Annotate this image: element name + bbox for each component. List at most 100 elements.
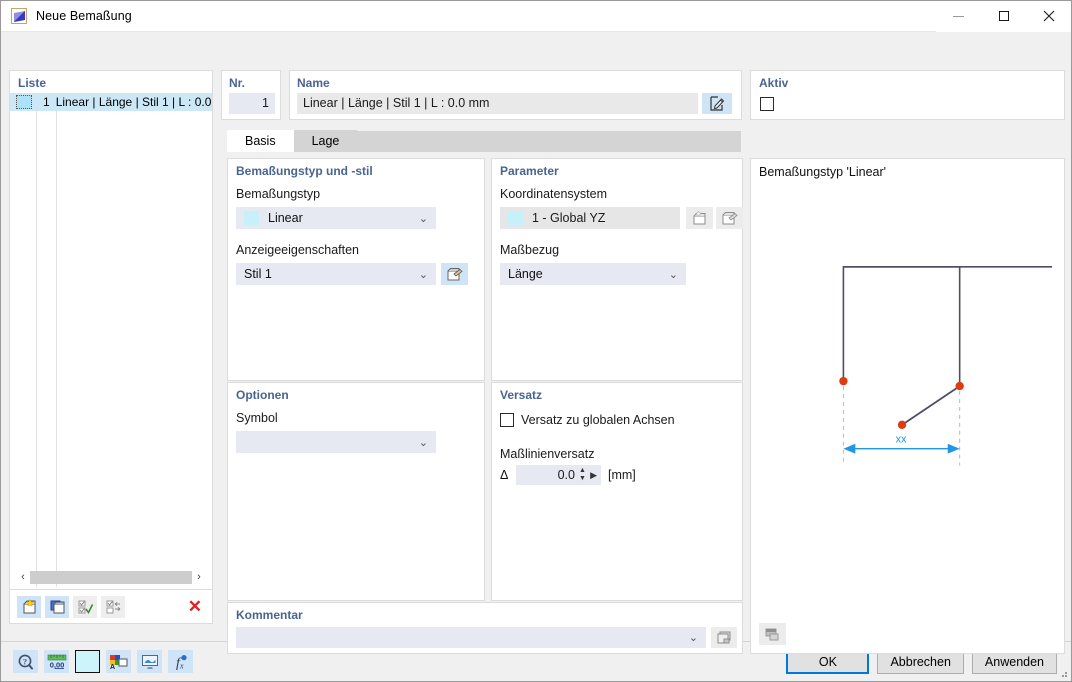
node-point [955,382,963,390]
invert-selection-icon[interactable] [101,596,125,618]
active-panel: Aktiv [750,70,1065,120]
minimize-icon[interactable] [936,1,981,32]
display-properties-select[interactable]: Stil 1 ⌄ [236,263,436,285]
options-group: Optionen Symbol ⌄ [227,382,485,601]
dialog-window: Neue Bemaßung Liste 1 Linear | Länge | S… [0,0,1072,682]
select-all-icon[interactable] [73,596,97,618]
edit-coordinate-system-icon[interactable] [716,207,743,229]
preview-panel: Bemaßungstyp 'Linear' xx [750,158,1065,654]
coordinate-system-color-swatch [508,211,523,225]
dimension-reference-label: Maßbezug [500,243,559,257]
edit-style-icon[interactable] [441,263,468,285]
function-icon[interactable]: f x [168,650,193,673]
number-label: Nr. [229,76,245,90]
name-input[interactable]: Linear | Länge | Stil 1 | L : 0.0 mm [297,93,698,114]
number-panel: Nr. 1 [221,70,281,120]
display-properties-value: Stil 1 [244,267,272,281]
copy-item-icon[interactable] [45,596,69,618]
comment-group: Kommentar ⌄ [227,602,743,654]
dimension-icon [11,8,27,24]
chevron-down-icon: ⌄ [669,263,678,285]
color-swatch-icon[interactable] [75,650,100,673]
dimension-line-offset-input[interactable]: 0.0 ▲▼ ▶ [516,465,601,485]
active-checkbox[interactable] [760,97,774,111]
svg-text:A: A [110,664,115,670]
list-column-divider-2 [56,111,57,587]
offset-group-title: Versatz [500,388,542,402]
dimension-reference-select[interactable]: Länge ⌄ [500,263,686,285]
stepper-expand-icon[interactable]: ▶ [590,470,597,481]
scroll-track[interactable] [30,571,192,584]
stepper-arrows-icon[interactable]: ▲▼ [578,468,587,482]
node-point [898,421,906,429]
help-icon[interactable]: ? [13,650,38,673]
delta-symbol: Δ [500,468,508,482]
dimension-type-value: Linear [268,211,303,225]
dimension-type-select[interactable]: Linear ⌄ [236,207,436,229]
number-input[interactable]: 1 [229,93,275,114]
preview-title: Bemaßungstyp 'Linear' [759,165,886,179]
close-icon[interactable] [1026,1,1071,32]
coordinate-system-value[interactable]: 1 - Global YZ [500,207,680,229]
svg-text:x: x [179,661,184,670]
node-point [839,377,847,385]
resize-grip[interactable] [1058,668,1068,678]
offset-unit-label: [mm] [608,468,636,482]
list-toolbar: ✕ [10,589,212,623]
scroll-right-icon[interactable]: › [192,569,206,585]
dimension-label: xx [896,434,907,446]
footer-icon-group: ? 0,00 A [13,650,193,673]
dimension-type-label: Bemaßungstyp [236,187,320,201]
preview-graphic: xx [751,181,1064,621]
dimension-type-group-title: Bemaßungstyp und -stil [236,164,373,178]
chevron-down-icon: ⌄ [419,431,428,453]
list-horizontal-scrollbar[interactable]: ‹ › [16,569,206,585]
offset-global-axes-label: Versatz zu globalen Achsen [521,413,675,427]
list-item-color-swatch [16,95,32,109]
list-column-divider-1 [36,111,37,587]
render-icon[interactable] [137,650,162,673]
chevron-down-icon: ⌄ [419,207,428,229]
new-item-icon[interactable] [17,596,41,618]
dimension-type-color-swatch [244,211,259,225]
offset-global-axes-checkbox[interactable] [500,413,514,427]
preview-settings-icon[interactable] [759,623,786,645]
name-panel: Name Linear | Länge | Stil 1 | L : 0.0 m… [289,70,742,120]
edit-name-icon[interactable] [702,93,732,114]
display-properties-label: Anzeigeeigenschaften [236,243,359,257]
symbol-select[interactable]: ⌄ [236,431,436,453]
comment-input[interactable]: ⌄ [236,627,706,648]
tab-lage[interactable]: Lage [294,130,358,152]
new-coordinate-system-icon[interactable] [686,207,713,229]
dimension-line-offset-value: 0.0 [558,468,575,482]
parameter-group: Parameter Koordinatensystem 1 - Global Y… [491,158,743,381]
units-icon[interactable]: 0,00 [44,650,69,673]
options-group-title: Optionen [236,388,289,402]
dimension-line-offset-label: Maßlinienversatz [500,447,594,461]
tab-basis[interactable]: Basis [227,130,294,152]
delete-icon[interactable]: ✕ [188,597,202,617]
chevron-down-icon: ⌄ [689,627,698,648]
name-label: Name [297,76,330,90]
svg-text:0,00: 0,00 [49,660,64,669]
display-properties-icon[interactable]: A [106,650,131,673]
coordinate-system-label: Koordinatensystem [500,187,607,201]
dimension-reference-value: Länge [508,267,543,281]
list-item-label: Linear | Länge | Stil 1 | L : 0.0 mm [56,95,212,109]
offset-group: Versatz Versatz zu globalen Achsen Maßli… [491,382,743,601]
list-item[interactable]: 1 Linear | Länge | Stil 1 | L : 0.0 mm [10,93,212,111]
list-item-number: 1 [34,95,50,109]
title-bar: Neue Bemaßung [1,1,1071,32]
symbol-label: Symbol [236,411,278,425]
scroll-left-icon[interactable]: ‹ [16,569,30,585]
dialog-body: Liste 1 Linear | Länge | Stil 1 | L : 0.… [1,32,1071,641]
active-label: Aktiv [759,76,788,90]
list-container[interactable]: 1 Linear | Länge | Stil 1 | L : 0.0 mm [10,93,212,587]
maximize-icon[interactable] [981,1,1026,32]
svg-text:?: ? [22,656,26,666]
tab-bar: Basis Lage [227,130,741,152]
tab-filler [357,131,741,152]
comment-library-icon[interactable] [711,627,737,648]
list-label: Liste [18,76,46,90]
coordinate-system-text: 1 - Global YZ [532,211,605,225]
